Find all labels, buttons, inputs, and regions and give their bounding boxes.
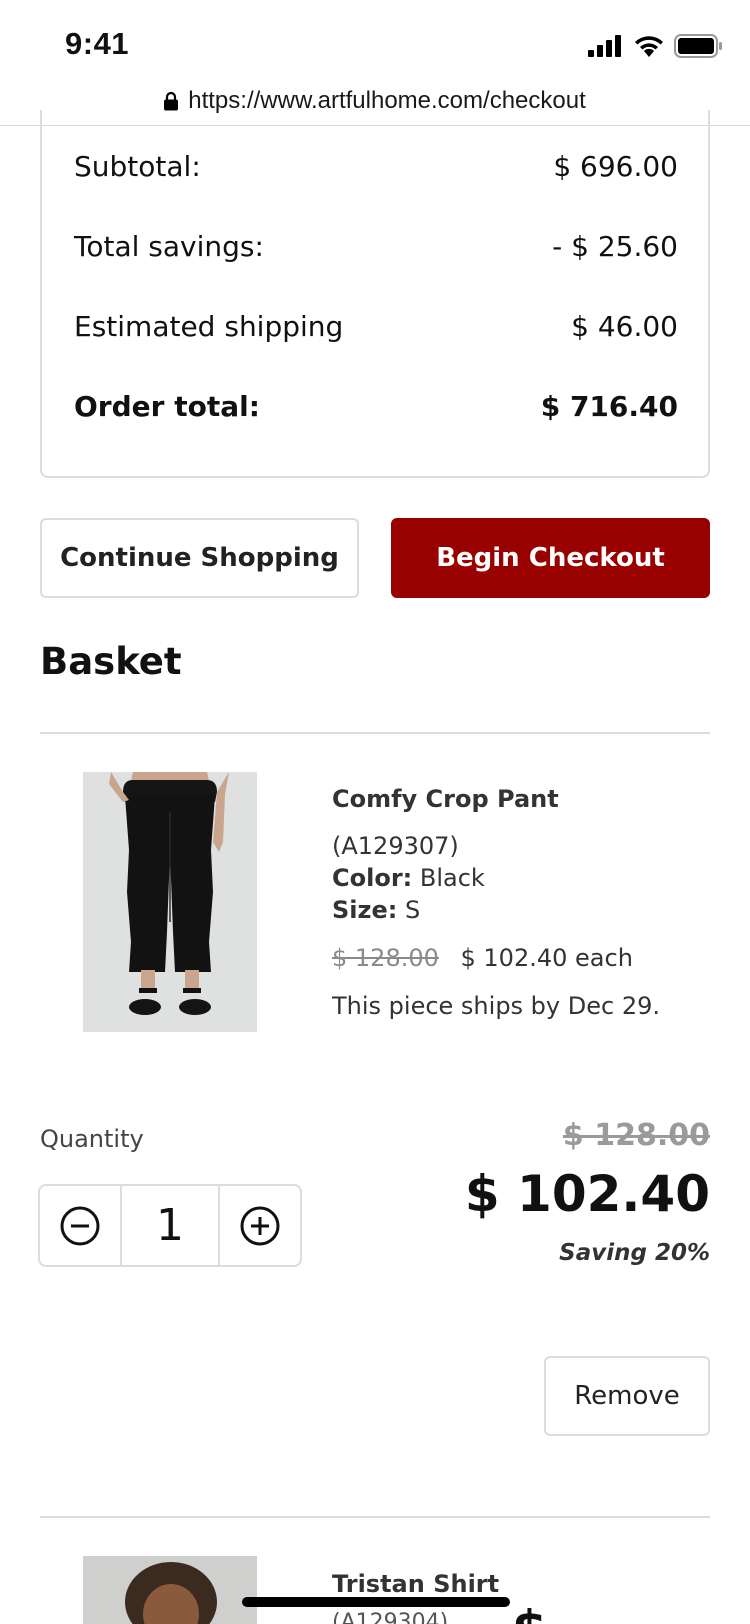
quantity-value[interactable]: 1 <box>120 1186 220 1265</box>
summary-label: Total savings: <box>74 230 264 263</box>
lock-icon <box>164 91 179 110</box>
order-total-value: $ 716.40 <box>540 390 678 423</box>
line-total-price: $ 220.00 <box>512 1604 750 1624</box>
basket-heading: Basket <box>40 640 182 683</box>
product-color: Color: Black <box>332 864 485 892</box>
product-sku: (A129304) <box>332 1612 448 1624</box>
size-value: S <box>405 896 421 924</box>
wifi-icon <box>635 36 663 57</box>
product-image[interactable] <box>83 772 257 1032</box>
status-icons <box>588 30 722 62</box>
minus-circle-icon <box>60 1206 100 1245</box>
shirt-photo <box>83 1556 257 1624</box>
status-time: 9:41 <box>65 26 130 61</box>
status-bar: 9:41 <box>0 0 750 80</box>
saving-badge: Saving 20% <box>559 1240 710 1266</box>
quantity-stepper: 1 <box>38 1184 302 1267</box>
home-indicator[interactable] <box>242 1597 510 1607</box>
plus-circle-icon <box>240 1206 280 1245</box>
color-value: Black <box>419 864 485 892</box>
size-label: Size: <box>332 896 398 924</box>
sale-unit-price: $ 102.40 each <box>460 944 633 972</box>
remove-button[interactable]: Remove <box>544 1356 710 1436</box>
original-unit-price: $ 128.00 <box>332 944 439 972</box>
summary-row-shipping: Estimated shipping $ 46.00 <box>74 310 678 343</box>
product-name[interactable]: Comfy Crop Pant <box>332 785 559 813</box>
ship-date-note: This piece ships by Dec 29. <box>332 992 660 1020</box>
divider <box>40 732 710 734</box>
product-sku: (A129307) <box>332 832 459 860</box>
summary-value: $ 46.00 <box>571 310 678 343</box>
battery-icon <box>674 34 722 58</box>
summary-label: Subtotal: <box>74 150 201 183</box>
product-unit-price: $ 128.00 $ 102.40 each <box>332 944 633 972</box>
product-size: Size: S <box>332 896 420 924</box>
summary-value: - $ 25.60 <box>552 230 678 263</box>
line-total-price: $ 102.40 <box>464 1165 710 1223</box>
summary-label: Estimated shipping <box>74 310 344 343</box>
line-original-price: $ 128.00 <box>562 1118 710 1153</box>
product-image[interactable] <box>83 1556 257 1624</box>
product-name[interactable]: Tristan Shirt <box>332 1570 499 1598</box>
summary-value: $ 696.00 <box>553 150 678 183</box>
pants-photo <box>83 772 257 1032</box>
summary-row-subtotal: Subtotal: $ 696.00 <box>74 150 678 183</box>
divider <box>40 1516 710 1518</box>
summary-row-order-total: Order total: $ 716.40 <box>74 390 678 423</box>
increment-button[interactable] <box>220 1186 300 1265</box>
cellular-signal-icon <box>588 35 621 57</box>
order-summary: Subtotal: $ 696.00 Total savings: - $ 25… <box>40 110 710 478</box>
summary-row-savings: Total savings: - $ 25.60 <box>74 230 678 263</box>
begin-checkout-button[interactable]: Begin Checkout <box>391 518 710 598</box>
order-total-label: Order total: <box>74 390 260 423</box>
decrement-button[interactable] <box>40 1186 120 1265</box>
quantity-label: Quantity <box>40 1125 144 1153</box>
color-label: Color: <box>332 864 413 892</box>
continue-shopping-button[interactable]: Continue Shopping <box>40 518 359 598</box>
